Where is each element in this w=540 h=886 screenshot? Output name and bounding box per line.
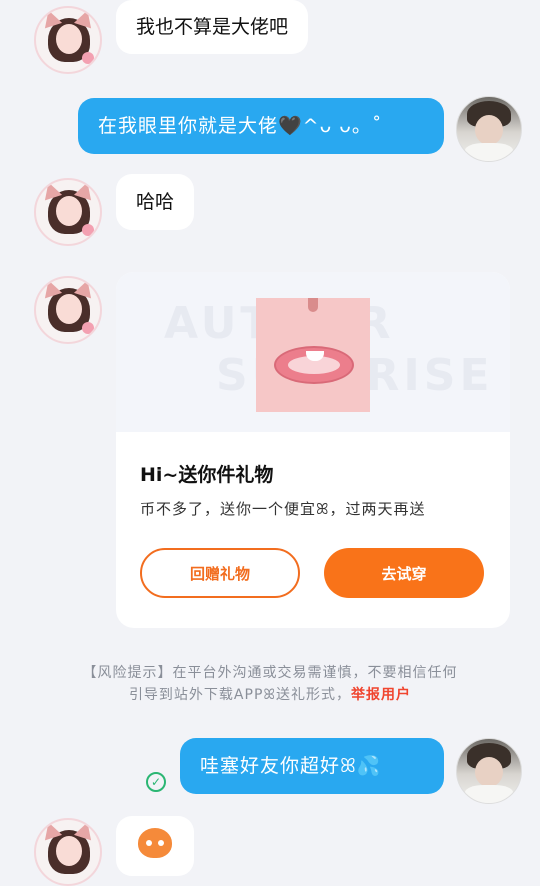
avatar-other[interactable] (34, 6, 102, 74)
avatar-face (475, 115, 503, 145)
sticker-eye (146, 840, 152, 846)
gift-nose (308, 298, 318, 312)
gift-description: 币不多了，送你一个便宜ꕤ，过两天再送 (140, 500, 426, 518)
notice-line-1: 【风险提示】在平台外沟通或交易需谨慎，不要相信任何 (82, 665, 458, 681)
message-text: 我也不算是大佬吧 (136, 16, 289, 38)
notice-line-2: 引导到站外下载APPꕤ送礼形式，举报用户 (0, 684, 540, 706)
orange-cat-sticker-icon (138, 828, 172, 858)
avatar-face (56, 294, 82, 324)
gift-card[interactable]: AUTHOR SURPRISE Hi~送你件礼物 币不多了，送你一个便宜ꕤ，过两… (116, 272, 510, 628)
message-bubble-sent[interactable]: 在我眼里你就是大佬🖤^ᴗ ᴗ。˚ (78, 98, 444, 154)
message-text: 哈哈 (136, 191, 175, 213)
avatar-self[interactable] (456, 96, 522, 162)
message-bubble-received[interactable]: 哈哈 (116, 174, 195, 230)
report-user-link[interactable]: 举报用户 (351, 687, 411, 703)
return-gift-button[interactable]: 回赠礼物 (140, 548, 300, 598)
message-bubble-received[interactable]: 我也不算是大佬吧 (116, 0, 309, 54)
paw-icon (82, 224, 94, 236)
gift-title: Hi~送你件礼物 (140, 464, 274, 486)
sticker-eye (158, 840, 164, 846)
sent-check-mark: ✓ (150, 775, 162, 789)
message-bubble-sent[interactable]: 哇塞好友你超好ꕤ💦 (180, 738, 444, 794)
avatar-other[interactable] (34, 818, 102, 886)
gift-item-image (256, 298, 370, 412)
try-on-button[interactable]: 去试穿 (324, 548, 484, 598)
paw-icon (82, 322, 94, 334)
avatar-hand (465, 785, 513, 803)
paw-icon (82, 52, 94, 64)
avatar-other[interactable] (34, 276, 102, 344)
avatar-face (56, 836, 82, 866)
avatar-face (56, 196, 82, 226)
notice-line-2-text: 引导到站外下载APPꕤ送礼形式， (128, 687, 352, 703)
avatar-hand (465, 143, 513, 161)
gift-image-area: AUTHOR SURPRISE (116, 272, 510, 432)
check-circle-icon: ✓ (146, 772, 166, 792)
avatar-face (475, 757, 503, 787)
sticker-message-bubble[interactable] (116, 816, 194, 876)
lip-icon (274, 346, 354, 384)
message-text: 哇塞好友你超好ꕤ💦 (200, 755, 382, 777)
avatar-self[interactable] (456, 738, 522, 804)
avatar-face (56, 24, 82, 54)
message-text: 在我眼里你就是大佬🖤^ᴗ ᴗ。˚ (98, 115, 383, 137)
avatar-other[interactable] (34, 178, 102, 246)
risk-notice: 【风险提示】在平台外沟通或交易需谨慎，不要相信任何 引导到站外下载APPꕤ送礼形… (0, 662, 540, 706)
